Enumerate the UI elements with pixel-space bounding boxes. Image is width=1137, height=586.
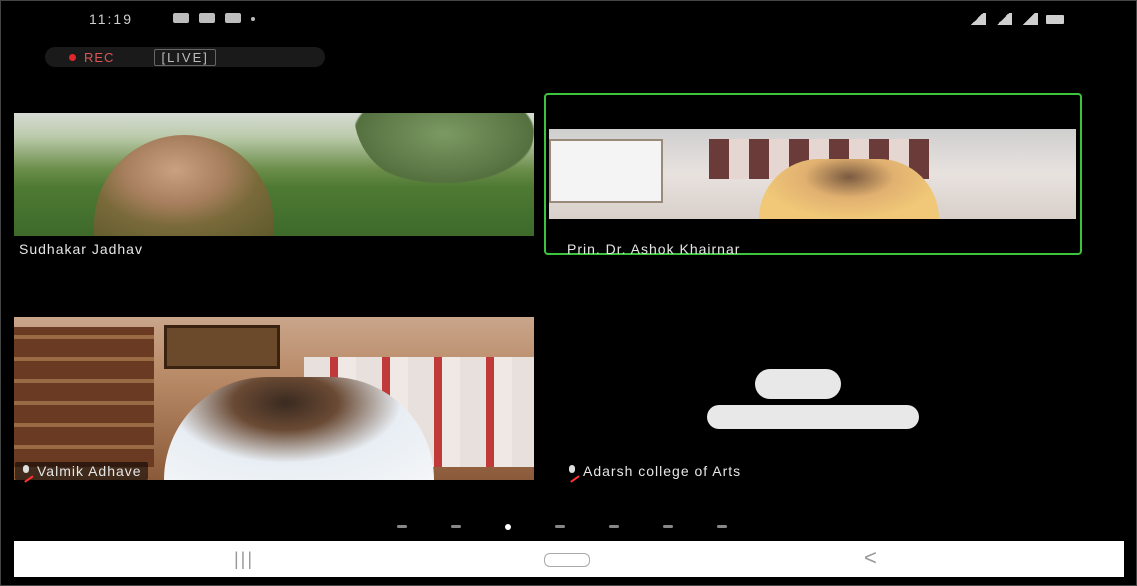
back-icon[interactable]: < [864, 545, 877, 571]
mic-muted-icon [567, 465, 577, 477]
rec-label: REC [84, 49, 115, 65]
phone-screen: 11:19 REC [LIVE] Sudhakar Jadhav Prin. D… [0, 0, 1137, 586]
navigation-bar: ||| < [14, 541, 1124, 577]
avatar-placeholder-body [707, 405, 919, 429]
participant-name: Sudhakar Jadhav [19, 241, 143, 257]
live-label: [LIVE] [154, 48, 216, 66]
page-dot[interactable] [555, 525, 565, 528]
sync-icon [225, 13, 241, 23]
recents-icon[interactable]: ||| [234, 549, 254, 570]
avatar-placeholder-icon [755, 369, 841, 399]
page-dot[interactable] [451, 525, 461, 528]
record-dot-icon [69, 53, 76, 61]
recording-indicator[interactable]: REC [LIVE] [45, 47, 325, 67]
signal-icon [994, 13, 1012, 25]
mute-icon [968, 13, 986, 25]
participant-name-label: Adarsh college of Arts [567, 463, 741, 479]
more-notifications-icon [251, 17, 255, 21]
page-dot[interactable] [663, 525, 673, 528]
page-dot-active[interactable] [505, 524, 511, 530]
mic-muted-icon [21, 465, 31, 477]
status-time: 11:19 [89, 11, 133, 27]
status-bar: 11:19 [89, 11, 1064, 31]
participant-name: Valmik Adhave [37, 463, 142, 479]
page-dot[interactable] [397, 525, 407, 528]
participant-video [14, 317, 534, 480]
battery-icon [1046, 14, 1064, 24]
participant-name: Prin. Dr. Ashok Khairnar [567, 241, 741, 257]
page-indicator[interactable] [397, 524, 727, 530]
page-dot[interactable] [609, 525, 619, 528]
participant-name-label: Valmik Adhave [15, 462, 148, 480]
signal-2-icon [1020, 13, 1038, 25]
cast-icon [199, 13, 215, 23]
home-icon[interactable] [544, 553, 590, 567]
page-dot[interactable] [717, 525, 727, 528]
participant-video [14, 113, 534, 236]
notification-icon [173, 13, 189, 23]
participant-name: Adarsh college of Arts [583, 463, 742, 479]
participant-video [549, 129, 1076, 219]
